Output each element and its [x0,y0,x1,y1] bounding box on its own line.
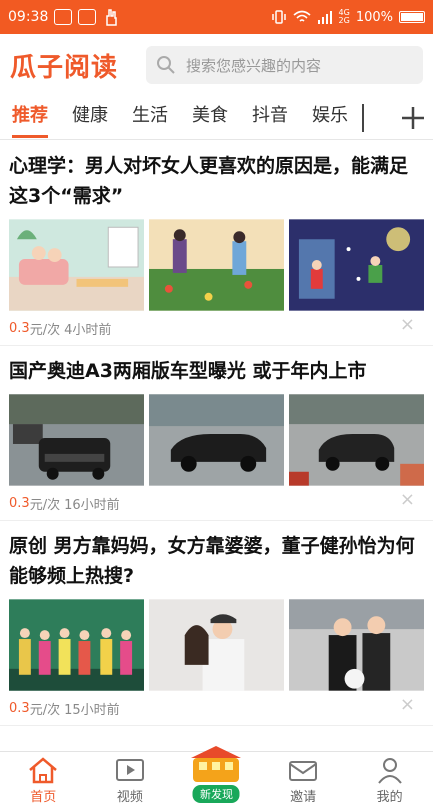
status-bar: 09:38 4G 2G 100% [0,0,433,34]
tab-douyin[interactable]: 抖音 [240,96,300,140]
bottom-nav: 首页 视频 新发现 邀请 我的 [0,746,433,807]
article-images [9,599,424,691]
article-price-unit: 元/次 [29,702,61,718]
video-icon [115,759,144,781]
search-icon [157,56,175,74]
tab-life[interactable]: 生活 [120,96,180,140]
article-image [9,394,144,486]
article-image [289,599,424,691]
nav-discover[interactable]: 新发现 [173,746,260,807]
discover-icon [191,746,242,782]
article-image [149,219,284,311]
search-input[interactable]: 搜索您感兴趣的内容 [146,46,423,84]
app-header: 瓜子阅读 搜索您感兴趣的内容 [0,34,433,96]
article-time: 4小时前 [64,322,112,338]
article-image [9,599,144,691]
tab-health[interactable]: 健康 [60,96,120,140]
article-card[interactable]: 原创 男方靠妈妈，女方靠婆婆，董子健孙怡为何能够频上热搜? 0.3 元/次 15… [0,521,433,726]
message-icon [54,9,73,25]
vibrate-icon [271,10,286,24]
article-title[interactable]: 心理学：男人对坏女人更喜欢的原因是，能满足这3个“需求” [9,151,424,211]
nav-label: 视频 [116,790,143,805]
nav-video[interactable]: 视频 [87,752,174,807]
nav-profile[interactable]: 我的 [346,752,433,807]
article-image [9,219,144,311]
article-title[interactable]: 原创 男方靠妈妈，女方靠婆婆，董子健孙怡为何能够频上热搜? [9,531,424,591]
news-feed: 心理学：男人对坏女人更喜欢的原因是，能满足这3个“需求” 0.3 元/次 4小时… [0,141,433,726]
article-meta: 0.3 元/次 16小时前 [9,486,424,520]
article-meta: 0.3 元/次 15小时前 [9,691,424,725]
article-image [289,219,424,311]
nav-label: 首页 [30,790,57,805]
signal-icon [317,11,332,24]
dismiss-button[interactable]: × [400,694,415,715]
article-price: 0.3 [9,495,30,511]
category-tabs: 推荐 健康 生活 美食 抖音 娱乐 [0,96,433,140]
profile-icon [377,758,402,784]
clock: 09:38 [8,9,49,25]
search-placeholder: 搜索您感兴趣的内容 [186,56,322,75]
nav-home[interactable]: 首页 [0,752,87,807]
tab-recommend[interactable]: 推荐 [0,96,60,140]
article-time: 16小时前 [64,497,120,513]
article-meta: 0.3 元/次 4小时前 [9,311,424,345]
article-price: 0.3 [9,320,30,336]
article-card[interactable]: 国产奥迪A3两厢版车型曝光 或于年内上市 0.3 元/次 16小时前 × [0,346,433,521]
nav-label: 我的 [376,790,403,805]
app-logo: 瓜子阅读 [10,52,119,83]
article-card[interactable]: 心理学：男人对坏女人更喜欢的原因是，能满足这3个“需求” 0.3 元/次 4小时… [0,141,433,346]
plus-icon [402,106,424,129]
battery-icon [399,11,425,23]
article-price-unit: 元/次 [29,322,61,338]
article-price: 0.3 [9,700,30,716]
battery-percent: 100% [355,9,393,25]
article-time: 15小时前 [64,702,120,718]
nav-label: 邀请 [290,790,317,805]
home-icon [29,757,58,784]
nav-invite[interactable]: 邀请 [260,752,347,807]
tab-food[interactable]: 美食 [180,96,240,140]
dismiss-button[interactable]: × [400,314,415,335]
network-type: 4G 2G [338,8,350,25]
mail-icon [289,761,318,781]
article-image [149,394,284,486]
article-image [289,394,424,486]
hand-icon [106,9,118,26]
article-images [9,394,424,486]
wifi-icon [293,10,311,22]
tab-entertainment[interactable]: 娱乐 [300,96,360,140]
scan-icon [78,9,97,25]
tab-divider [362,103,364,132]
add-channel-button[interactable] [393,96,433,140]
article-image [149,599,284,691]
discover-label: 新发现 [192,785,240,803]
article-price-unit: 元/次 [29,497,61,513]
dismiss-button[interactable]: × [400,489,415,510]
article-images [9,219,424,311]
article-title[interactable]: 国产奥迪A3两厢版车型曝光 或于年内上市 [9,356,424,386]
